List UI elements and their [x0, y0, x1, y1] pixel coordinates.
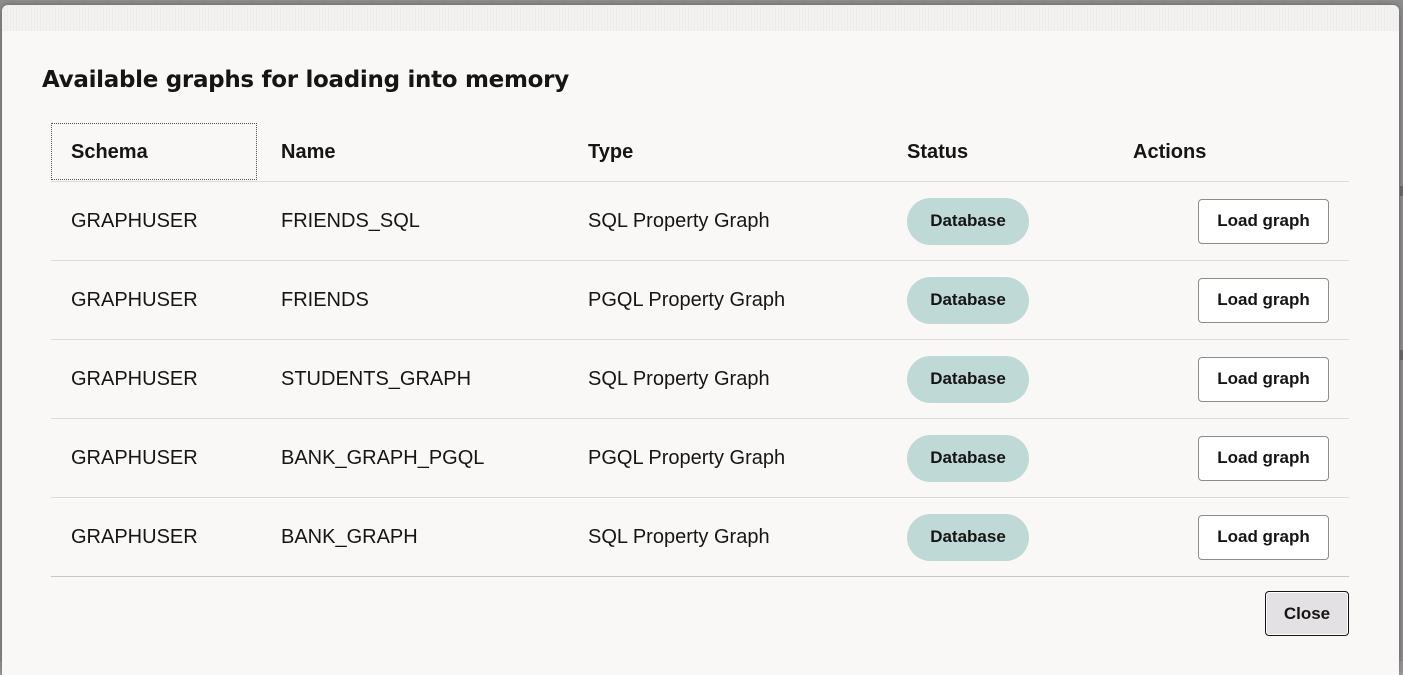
cell-name: BANK_GRAPH [281, 525, 418, 548]
load-graphs-dialog: Available graphs for loading into memory… [2, 5, 1399, 675]
load-graph-button[interactable]: Load graph [1198, 277, 1329, 323]
column-header-name[interactable]: Name [281, 123, 335, 181]
table-header-row: Schema Name Type Status Actions [51, 123, 1349, 182]
cell-name: FRIENDS_SQL [281, 209, 420, 232]
cell-status: Database [907, 261, 1029, 339]
cell-action: Load graph [1198, 340, 1329, 418]
status-badge: Database [907, 434, 1029, 482]
table-row[interactable]: GRAPHUSER FRIENDS_SQL SQL Property Graph… [51, 182, 1349, 261]
cell-type: SQL Property Graph [588, 367, 770, 390]
cell-action: Load graph [1198, 419, 1329, 497]
status-badge: Database [907, 197, 1029, 245]
column-header-type[interactable]: Type [588, 123, 633, 181]
close-button[interactable]: Close [1265, 591, 1349, 636]
load-graph-button[interactable]: Load graph [1198, 435, 1329, 481]
cell-name: BANK_GRAPH_PGQL [281, 446, 485, 469]
dialog-header-strip [2, 5, 1399, 31]
dialog-title: Available graphs for loading into memory [42, 67, 569, 93]
table-row[interactable]: GRAPHUSER FRIENDS PGQL Property Graph Da… [51, 261, 1349, 340]
status-badge: Database [907, 276, 1029, 324]
column-header-actions: Actions [1133, 140, 1207, 163]
table-row[interactable]: GRAPHUSER BANK_GRAPH SQL Property Graph … [51, 498, 1349, 577]
load-graph-button[interactable]: Load graph [1198, 356, 1329, 402]
cell-status: Database [907, 419, 1029, 497]
status-badge: Database [907, 513, 1029, 561]
graphs-table: Schema Name Type Status Actions GRAPHUSE… [51, 123, 1349, 577]
cell-type: PGQL Property Graph [588, 446, 786, 469]
cell-type: SQL Property Graph [588, 525, 770, 548]
cell-name: STUDENTS_GRAPH [281, 367, 472, 390]
column-header-schema[interactable]: Schema [71, 123, 148, 181]
cell-action: Load graph [1198, 498, 1329, 576]
column-header-status[interactable]: Status [907, 123, 968, 181]
cell-schema: GRAPHUSER [71, 288, 198, 311]
cell-status: Database [907, 340, 1029, 418]
cell-status: Database [907, 182, 1029, 260]
cell-action: Load graph [1198, 261, 1329, 339]
cell-schema: GRAPHUSER [71, 525, 198, 548]
cell-schema: GRAPHUSER [71, 446, 198, 469]
load-graph-button[interactable]: Load graph [1198, 198, 1329, 244]
cell-name: FRIENDS [281, 288, 369, 311]
table-row[interactable]: GRAPHUSER BANK_GRAPH_PGQL PGQL Property … [51, 419, 1349, 498]
load-graph-button[interactable]: Load graph [1198, 514, 1329, 560]
cell-status: Database [907, 498, 1029, 576]
table-row[interactable]: GRAPHUSER STUDENTS_GRAPH SQL Property Gr… [51, 340, 1349, 419]
cell-schema: GRAPHUSER [71, 209, 198, 232]
status-badge: Database [907, 355, 1029, 403]
cell-type: SQL Property Graph [588, 209, 770, 232]
cell-type: PGQL Property Graph [588, 288, 786, 311]
cell-action: Load graph [1198, 182, 1329, 260]
cell-schema: GRAPHUSER [71, 367, 198, 390]
